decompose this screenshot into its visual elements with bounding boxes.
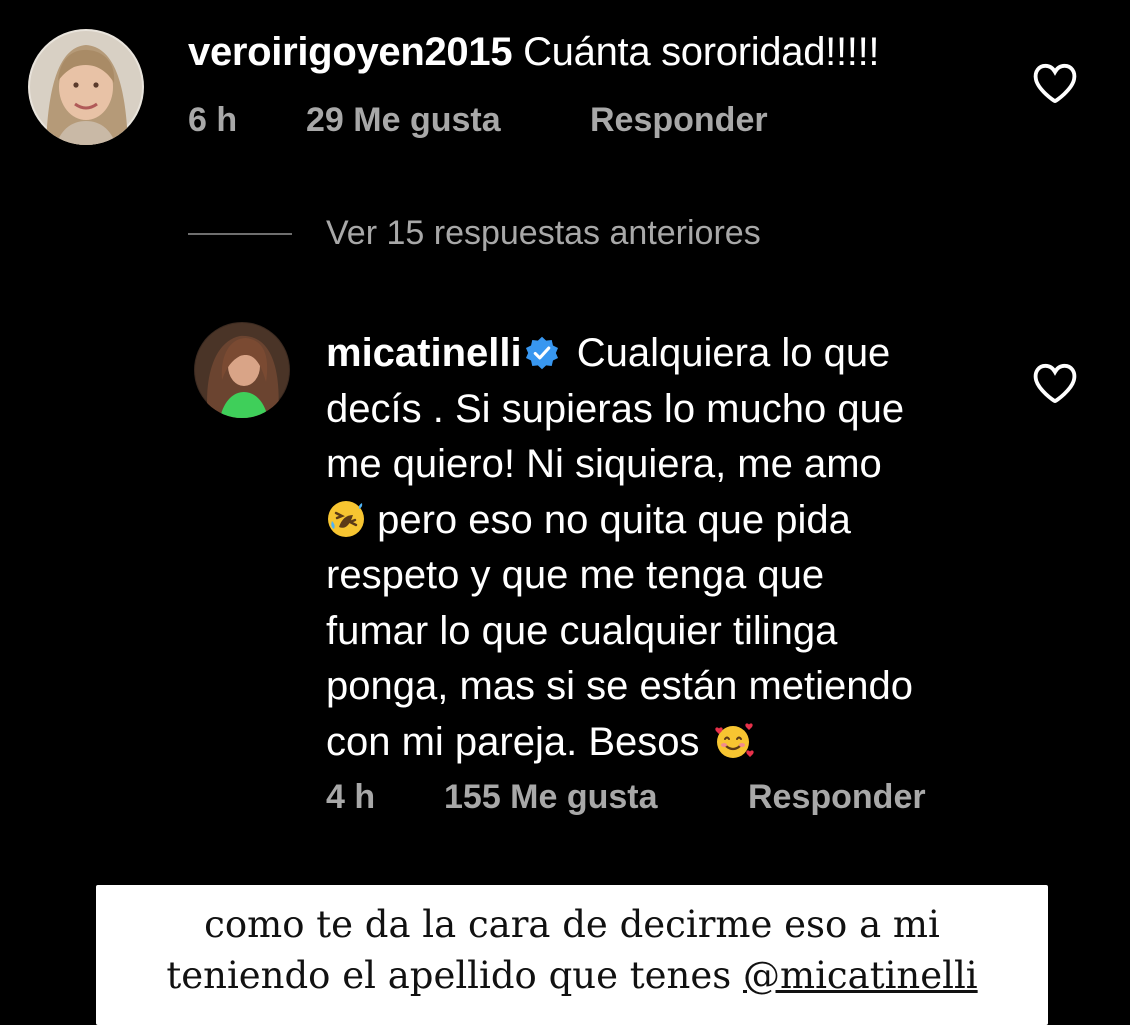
comment-time: 6 h — [188, 101, 238, 139]
caption-line-2: teniendo el apellido que tenes @micatine… — [96, 950, 1048, 1001]
caption-line-2-text: teniendo el apellido que tenes — [166, 954, 743, 997]
replier-avatar[interactable] — [194, 322, 290, 418]
reply-reply-button[interactable]: Responder — [748, 778, 926, 817]
caption-line-1: como te da la cara de decirme eso a mi — [204, 903, 940, 946]
view-previous-replies-link[interactable]: Ver 15 respuestas anteriores — [326, 214, 761, 253]
commenter-avatar[interactable] — [28, 29, 144, 145]
story-caption: como te da la cara de decirme eso a mi t… — [96, 899, 1048, 1001]
replies-divider-line — [188, 233, 292, 235]
reply-text-part2: pero eso no quita que pida respeto y que… — [326, 497, 914, 764]
comment-likes[interactable]: 29 Me gusta — [306, 101, 501, 140]
comment-reply-button[interactable]: Responder — [590, 101, 768, 140]
reply-likes[interactable]: 155 Me gusta — [444, 778, 658, 817]
story-caption-box: como te da la cara de decirme eso a mi t… — [96, 885, 1048, 1025]
replier-username[interactable]: micatinelli — [326, 331, 522, 375]
rolling-on-floor-laughing-emoji-icon — [326, 499, 366, 539]
commenter-avatar-image — [28, 29, 144, 145]
commenter-username[interactable]: veroirigoyen2015 — [188, 30, 513, 74]
reply-body: micatinelli Cualquiera lo que decís . Si… — [326, 326, 1026, 770]
caption-mention-link[interactable]: @micatinelli — [743, 954, 978, 997]
replier-avatar-image — [194, 322, 290, 418]
verified-badge-icon — [524, 331, 560, 370]
smiling-face-with-hearts-emoji-icon — [711, 721, 754, 761]
comment-like-heart-icon[interactable] — [1032, 62, 1078, 104]
reply-like-heart-icon[interactable] — [1032, 362, 1078, 404]
comment-text: Cuánta sororidad!!!!! — [523, 30, 880, 74]
reply-time: 4 h — [326, 778, 376, 816]
comment-text-line: veroirigoyen2015 Cuánta sororidad!!!!! — [188, 28, 880, 76]
